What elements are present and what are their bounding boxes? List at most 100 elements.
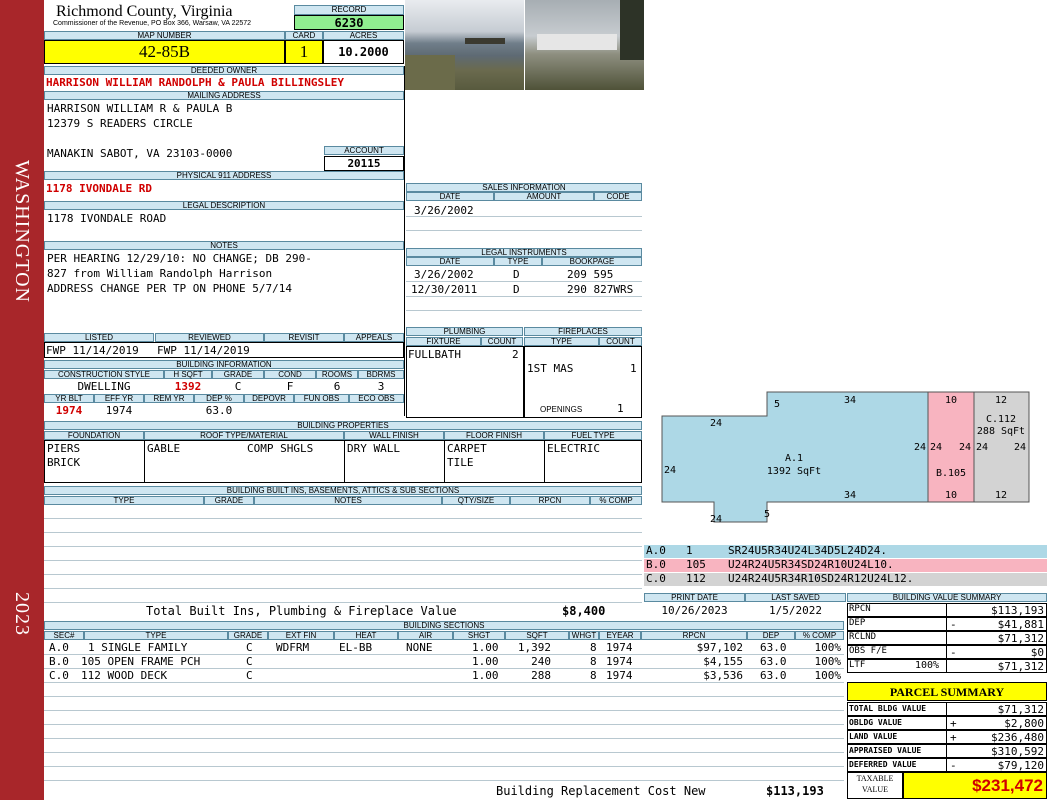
parcel-summary-value: $310,592 xyxy=(991,745,1044,758)
value-summary-label: LTF xyxy=(849,660,866,670)
plumbing-col-count: COUNT xyxy=(481,337,523,346)
sketch-dim: 34 xyxy=(844,490,856,501)
properties-divider xyxy=(144,440,145,483)
sketch-label-b: B.105 xyxy=(936,468,966,479)
bi-rooms: 6 xyxy=(333,380,341,393)
sketch-dim: 24 xyxy=(1014,442,1026,453)
plumbing-header: PLUMBING xyxy=(406,327,523,336)
sec-row-a-heat: EL-BB xyxy=(339,641,373,654)
sec-row-c-whgt: 8 xyxy=(590,669,597,682)
bi-style: DWELLING xyxy=(77,380,131,393)
builtins-h-comp: % COMP xyxy=(590,496,642,505)
parcel-summary-value: $236,480 xyxy=(991,731,1044,744)
fireplaces-col-count: COUNT xyxy=(599,337,642,346)
value-summary-pct: 100% xyxy=(915,660,940,671)
legend-num: 105 xyxy=(686,558,706,571)
instruments-header: LEGAL INSTRUMENTS xyxy=(406,248,642,257)
instrument-book: 290 827WRS xyxy=(567,283,634,296)
instruments-line xyxy=(406,281,642,282)
value-summary-label: RPCN xyxy=(849,604,871,614)
bi-h-style: CONSTRUCTION STYLE xyxy=(44,370,164,379)
revisit-header: REVISIT xyxy=(264,333,344,342)
sec-row-c-dep: 63.0 xyxy=(760,669,787,682)
sketch-sqft-c: 288 SqFt xyxy=(977,426,1025,437)
legend-code: B.0 xyxy=(646,558,666,571)
sec-row-b-sec: B.0 xyxy=(49,655,69,668)
sec-h-heat: HEAT xyxy=(334,631,398,640)
bi-h-effyr: EFF YR xyxy=(94,394,144,403)
value-summary-sign: - xyxy=(950,646,957,659)
parcel-summary-label: LAND VALUE xyxy=(849,732,898,741)
sec-h-rpcn: RPCN xyxy=(641,631,747,640)
sketch-dim: 12 xyxy=(995,490,1007,501)
legend-code: A.0 xyxy=(646,544,666,557)
bi-h-grade: GRADE xyxy=(212,370,264,379)
property-photo-waterfront xyxy=(405,0,524,90)
bi-h-cond: COND xyxy=(264,370,316,379)
sec-h-grade: GRADE xyxy=(228,631,268,640)
sales-line xyxy=(406,230,642,231)
sec-row-a-air: NONE xyxy=(406,641,433,654)
map-number-header: MAP NUMBER xyxy=(44,31,285,40)
sec-row-c-rpcn: $3,536 xyxy=(703,669,743,682)
sec-row-b-whgt: 8 xyxy=(590,655,597,668)
instrument-type: D xyxy=(513,268,520,281)
parcel-summary-value: $2,800 xyxy=(1004,717,1044,730)
sec-row-a-comp: 100% xyxy=(814,641,842,654)
legend-trace: SR24U5R34U24L34D5L24D24. xyxy=(728,544,887,557)
listed-header: LISTED xyxy=(44,333,154,342)
bi-h-yrblt: YR BLT xyxy=(44,394,94,403)
bi-bdrms: 3 xyxy=(377,380,385,393)
sales-line xyxy=(406,216,642,217)
instruments-col-book: BOOKPAGE xyxy=(542,257,642,266)
sec-row-b-grade: C xyxy=(246,655,253,668)
sections-line xyxy=(44,724,844,725)
bi-h-remyr: REM YR xyxy=(144,394,194,403)
sec-row-a-shgt: 1.00 xyxy=(472,641,499,654)
sketch-dim: 5 xyxy=(764,509,770,520)
fireplace-box xyxy=(524,346,642,418)
builtins-line xyxy=(44,546,642,547)
last-saved-header: LAST SAVED xyxy=(745,593,846,602)
sec-row-a-sqft: 1,392 xyxy=(517,641,551,654)
sec-row-a-type: 1 SINGLE FAMILY xyxy=(88,641,188,654)
sections-line xyxy=(44,766,844,767)
bi-dep: 63.0 xyxy=(205,404,233,417)
value-summary-header: BUILDING VALUE SUMMARY xyxy=(847,593,1047,602)
sketch-label-a: A.1 xyxy=(785,453,803,464)
parcel-summary-divider xyxy=(946,716,947,730)
builtins-h-grade: GRADE xyxy=(204,496,254,505)
district-sidebar xyxy=(0,0,44,800)
builtins-line xyxy=(44,560,642,561)
instrument-book: 209 595 xyxy=(567,268,614,281)
parcel-summary-label: OBLDG VALUE xyxy=(849,718,902,727)
value-summary-divider xyxy=(946,631,947,645)
rcn-value: $113,193 xyxy=(766,784,824,798)
sketch-dim: 24 xyxy=(664,465,676,476)
sec-row-a-dep: 63.0 xyxy=(760,641,787,654)
legend-num: 112 xyxy=(686,572,706,585)
reviewed-header: REVIEWED xyxy=(155,333,264,342)
builtins-h-type: TYPE xyxy=(44,496,204,505)
acres-header: ACRES xyxy=(323,31,404,40)
bi-h-ecoobs: ECO OBS xyxy=(349,394,404,403)
bi-h-rooms: ROOMS xyxy=(316,370,358,379)
properties-header: BUILDING PROPERTIES xyxy=(44,421,642,430)
instrument-date: 3/26/2002 xyxy=(414,268,474,281)
sec-row-c-shgt: 1.00 xyxy=(472,669,499,682)
parcel-summary-label: APPRAISED VALUE xyxy=(849,746,922,755)
legend-num: 1 xyxy=(686,544,693,557)
sketch-dim: 24 xyxy=(930,442,942,453)
bi-h-sqft: H SQFT xyxy=(164,370,212,379)
bi-yrblt: 1974 xyxy=(55,404,83,417)
fireplaces-col-type: TYPE xyxy=(524,337,599,346)
sketch-dim: 10 xyxy=(945,490,957,501)
sec-row-a-sec: A.0 xyxy=(49,641,69,654)
sec-row-c-sec: C.0 xyxy=(49,669,69,682)
bi-sqft: 1392 xyxy=(174,380,202,393)
appeals-header: APPEALS xyxy=(344,333,404,342)
builtins-line xyxy=(44,532,642,533)
sec-row-b-sqft: 240 xyxy=(531,655,551,668)
value-summary-label: RCLND xyxy=(849,632,877,642)
parcel-summary-label: TOTAL BLDG VALUE xyxy=(849,704,927,713)
